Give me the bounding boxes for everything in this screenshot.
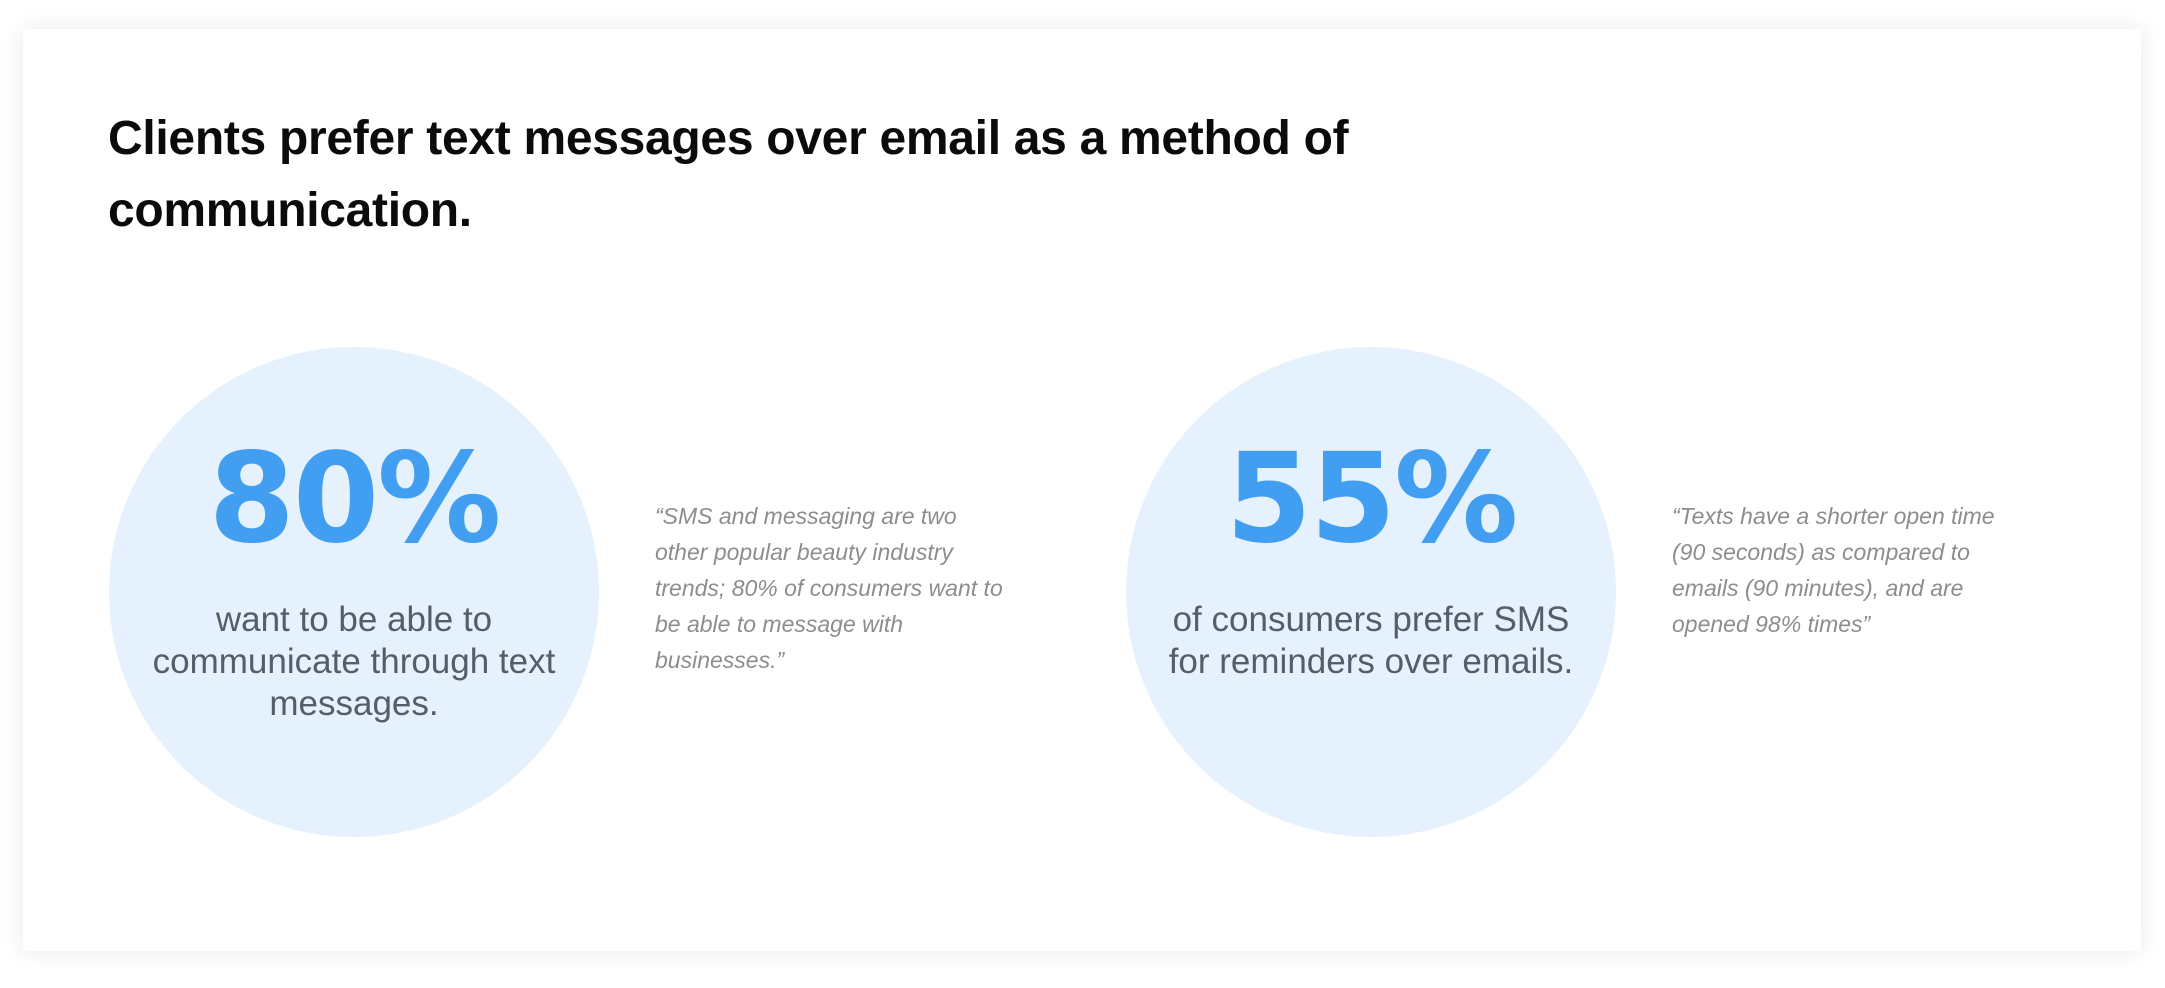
stat-value-1: 80% bbox=[208, 427, 502, 571]
page-headline: Clients prefer text messages over email … bbox=[108, 112, 1349, 237]
stat-caption-1: want to be able to communicate through t… bbox=[152, 600, 556, 723]
stat-circle-2: 55% of consumers prefer SMS for reminder… bbox=[1126, 347, 1616, 837]
stat-circle-1: 80% want to be able to communicate throu… bbox=[109, 347, 599, 837]
stat-quote-1: “SMS and messaging are two other popular… bbox=[655, 503, 1003, 673]
stat-quote-2: “Texts have a shorter open time (90 seco… bbox=[1672, 503, 1995, 637]
stat-value-2: 55% bbox=[1225, 427, 1519, 571]
stat-caption-2: of consumers prefer SMS for reminders ov… bbox=[1168, 600, 1574, 681]
